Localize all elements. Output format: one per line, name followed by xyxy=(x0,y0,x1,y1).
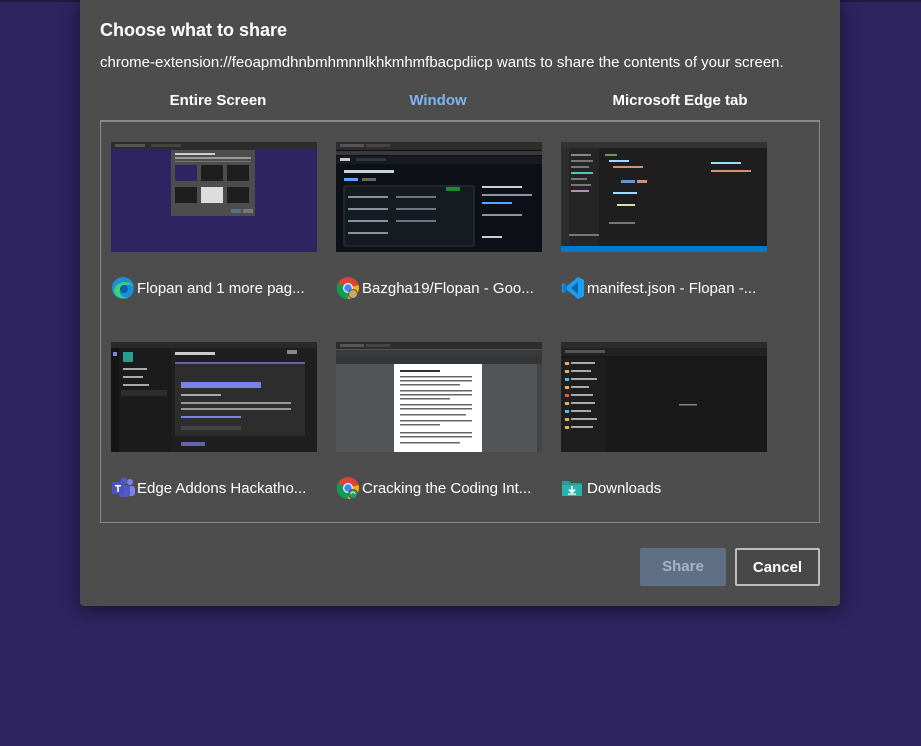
window-label: Bazgha19/Flopan - Goo... xyxy=(336,276,542,300)
tab-entire-screen[interactable]: Entire Screen xyxy=(100,86,336,120)
dialog-subtitle: chrome-extension://feoapmdhnbmhmnnlkhkmh… xyxy=(100,54,784,71)
window-item-cracking[interactable]: Cracking the Coding Int... xyxy=(336,342,542,512)
edge-icon xyxy=(111,276,137,300)
window-title: Downloads xyxy=(587,479,662,497)
window-item-github[interactable]: Bazgha19/Flopan - Goo... xyxy=(336,142,542,312)
teams-icon xyxy=(111,476,137,500)
folder-download-icon xyxy=(561,476,587,500)
share-button[interactable]: Share xyxy=(640,548,726,586)
window-thumbnail xyxy=(561,142,767,252)
window-title: Flopan and 1 more pag... xyxy=(137,279,305,297)
window-thumbnail xyxy=(111,342,317,452)
tab-window[interactable]: Window xyxy=(336,86,540,122)
window-item-flopan[interactable]: Flopan and 1 more pag... xyxy=(111,142,317,312)
window-item-downloads[interactable]: Downloads xyxy=(561,342,767,512)
window-thumbnail xyxy=(111,142,317,252)
window-item-vscode[interactable]: manifest.json - Flopan -... xyxy=(561,142,767,312)
window-label: Downloads xyxy=(561,476,767,500)
chrome-icon xyxy=(336,276,362,300)
window-label: manifest.json - Flopan -... xyxy=(561,276,767,300)
window-label: Cracking the Coding Int... xyxy=(336,476,542,500)
window-title: Bazgha19/Flopan - Goo... xyxy=(362,279,534,297)
window-title: Cracking the Coding Int... xyxy=(362,479,532,497)
window-title: manifest.json - Flopan -... xyxy=(587,279,757,297)
window-thumbnail xyxy=(561,342,767,452)
window-item-teams[interactable]: Edge Addons Hackatho... xyxy=(111,342,317,512)
share-dialog: Choose what to share chrome-extension://… xyxy=(80,0,840,606)
chrome-icon xyxy=(336,476,362,500)
vscode-icon xyxy=(561,276,587,300)
cancel-button[interactable]: Cancel xyxy=(735,548,820,586)
tab-edge-tab[interactable]: Microsoft Edge tab xyxy=(540,86,820,120)
window-label: Edge Addons Hackatho... xyxy=(111,476,317,500)
window-grid: Flopan and 1 more pag... Bazgha19/Flopan… xyxy=(100,122,820,523)
tab-bar: Entire Screen Window Microsoft Edge tab xyxy=(100,86,820,122)
window-thumbnail xyxy=(336,342,542,452)
window-label: Flopan and 1 more pag... xyxy=(111,276,317,300)
window-thumbnail xyxy=(336,142,542,252)
dialog-title: Choose what to share xyxy=(100,20,288,40)
window-title: Edge Addons Hackatho... xyxy=(137,479,307,497)
